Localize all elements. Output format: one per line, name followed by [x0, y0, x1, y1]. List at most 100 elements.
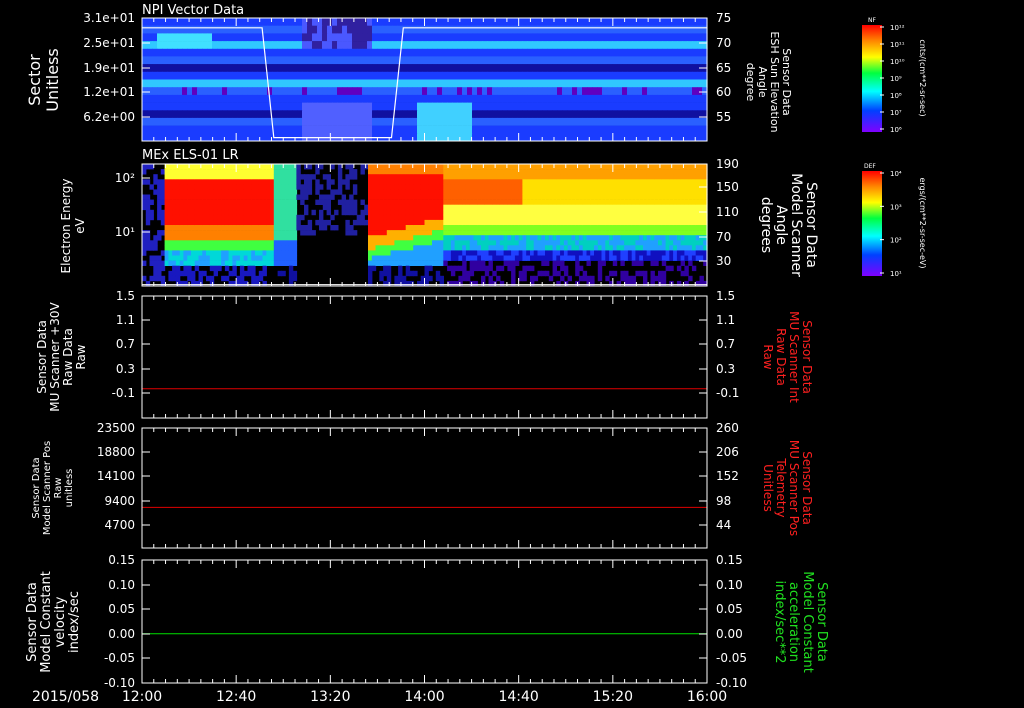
- npi-heat-cell: [427, 110, 433, 119]
- npi-heat-cell: [482, 133, 488, 142]
- els-heat-cell: [567, 225, 572, 231]
- els-y2label-3: Angle: [773, 205, 789, 245]
- els-heat-cell: [601, 260, 606, 266]
- npi-heat-cell: [472, 94, 478, 103]
- els-heat-cell: [273, 230, 279, 236]
- els-heat-cell: [548, 184, 554, 190]
- npi-heat-cell: [377, 125, 383, 134]
- els-heat-cell: [337, 184, 343, 190]
- npi-heat-cell: [472, 71, 478, 80]
- npi-heat-cell: [357, 87, 363, 96]
- npi-heat-cell: [662, 110, 668, 119]
- els-heat-cell: [661, 245, 667, 251]
- npi-heat-cell: [407, 79, 413, 88]
- els-heat-cell: [273, 240, 279, 246]
- els-heat-cell: [684, 245, 689, 251]
- npi-heat-cell: [697, 87, 703, 96]
- els-heat-cell: [360, 199, 365, 205]
- els-heat-cell: [239, 204, 245, 211]
- npi-heat-cell: [482, 102, 488, 111]
- npi-heat-cell: [492, 56, 498, 65]
- els-heat-cell: [658, 214, 663, 221]
- npi-heat-cell: [517, 87, 523, 96]
- els-heat-cell: [251, 265, 256, 272]
- npi-heat-cell: [302, 79, 308, 88]
- npi-heat-cell: [472, 48, 478, 57]
- npi-heat-cell: [302, 94, 308, 103]
- npi-heat-cell: [577, 87, 583, 96]
- npi-heat-cell: [157, 48, 163, 57]
- els-heat-cell: [499, 169, 505, 175]
- npi-heat-cell: [237, 79, 243, 88]
- els-heat-cell: [503, 189, 508, 195]
- npi-heat-cell: [327, 94, 333, 103]
- npi-heat-cell: [567, 79, 573, 88]
- npi-heat-cell: [517, 133, 523, 142]
- els-heat-cell: [605, 169, 610, 175]
- els-heat-cell: [680, 230, 685, 236]
- npi-heat-cell: [372, 25, 378, 34]
- els-heat-cell: [454, 189, 459, 195]
- npi-heat-cell: [337, 48, 343, 57]
- npi-heat-cell: [532, 87, 538, 96]
- els-heat-cell: [398, 250, 403, 256]
- npi-heat-cell: [607, 102, 613, 111]
- els-heat-cell: [601, 194, 606, 200]
- els-heat-cell: [307, 225, 313, 231]
- npi-heat-cell: [157, 102, 163, 111]
- npi-heat-cell: [212, 110, 218, 119]
- npi-heat-cell: [402, 87, 408, 96]
- els-heat-cell: [582, 250, 588, 256]
- els-heat-cell: [658, 235, 663, 241]
- els-heat-cell: [548, 209, 554, 216]
- npi-heat-cell: [527, 102, 533, 111]
- npi-heat-cell: [267, 48, 273, 57]
- npi-heat-cell: [297, 71, 303, 80]
- npi-heat-cell: [372, 117, 378, 126]
- npi-heat-cell: [142, 102, 148, 111]
- npi-heat-cell: [167, 87, 173, 96]
- npi-heat-cell: [622, 33, 628, 42]
- els-heat-cell: [443, 184, 448, 190]
- npi-heat-cell: [377, 41, 383, 50]
- els-heat-cell: [447, 255, 452, 261]
- els-heat-cell: [514, 230, 520, 236]
- els-heat-cell: [228, 204, 233, 211]
- npi-heat-cell: [687, 102, 693, 111]
- npi-heat-cell: [422, 48, 428, 57]
- els-heat-cell: [578, 265, 584, 272]
- npi-heat-cell: [282, 125, 288, 134]
- els-heat-cell: [224, 265, 230, 272]
- npi-heat-cell: [557, 133, 563, 142]
- els-heat-cell: [673, 235, 678, 241]
- els-heat-cell: [209, 219, 215, 226]
- npi-heat-cell: [172, 110, 178, 119]
- els-heat-cell: [443, 169, 448, 175]
- npi-heat-cell: [487, 102, 493, 111]
- npi-heat-cell: [237, 18, 243, 26]
- els-heat-cell: [300, 184, 305, 190]
- els-heat-cell: [352, 204, 358, 211]
- npi-heat-cell: [592, 41, 598, 50]
- els-heat-cell: [522, 245, 527, 251]
- mu30v-y-ticks: 1.51.10.70.3-0.1: [112, 289, 150, 400]
- npi-heat-cell: [177, 102, 183, 111]
- els-heat-cell: [537, 169, 542, 175]
- els-heat-cell: [639, 255, 644, 261]
- npi-heat-cell: [487, 64, 493, 73]
- npi-heat-cell: [597, 117, 603, 126]
- npi-heat-cell: [587, 71, 593, 80]
- els-heat-cell: [624, 255, 629, 261]
- els-heat-cell: [545, 260, 550, 266]
- npi-heat-cell: [687, 56, 693, 65]
- els-heat-cell: [273, 214, 279, 221]
- els-heat-cell: [375, 225, 380, 231]
- npi-heat-cell: [467, 125, 473, 134]
- npi-heat-cell: [562, 25, 568, 34]
- npi-heat-cell: [587, 94, 593, 103]
- npi-heat-cell: [202, 33, 208, 42]
- npi-heat-cell: [402, 110, 408, 119]
- els-heat-cell: [255, 209, 260, 216]
- els-heat-cell: [616, 184, 621, 190]
- npi-heat-cell: [587, 79, 593, 88]
